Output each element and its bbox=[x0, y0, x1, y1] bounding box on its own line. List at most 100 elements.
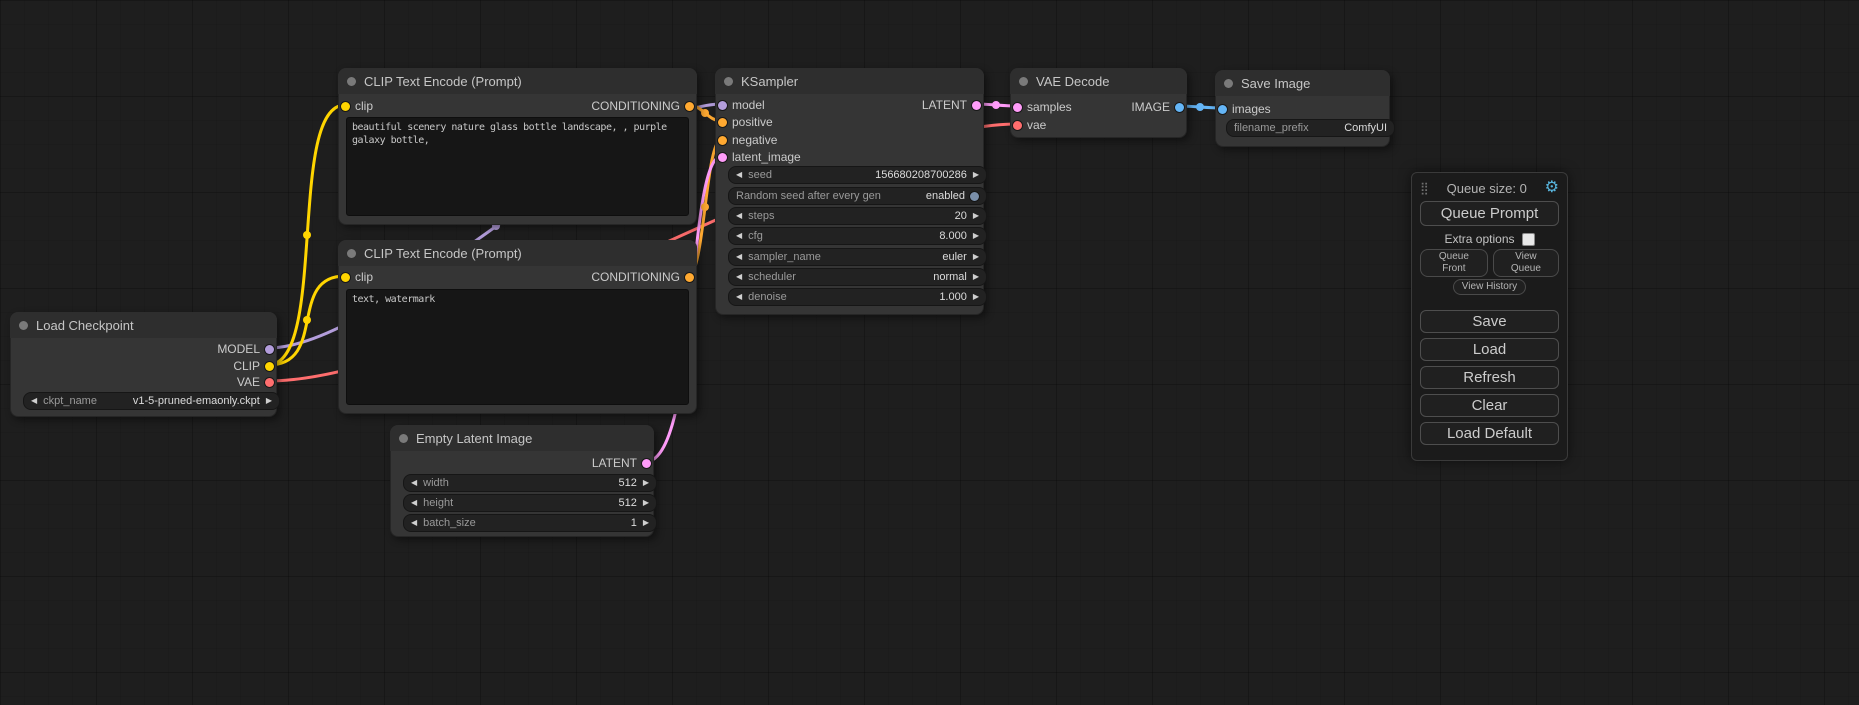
decrement-arrow-icon[interactable] bbox=[411, 515, 417, 531]
node-status-dot[interactable] bbox=[347, 249, 356, 258]
load-default-button[interactable]: Load Default bbox=[1420, 422, 1559, 445]
image-output-port[interactable] bbox=[1175, 103, 1184, 112]
node-title-bar[interactable]: Empty Latent Image bbox=[390, 425, 654, 451]
input-slot-vae: vae bbox=[1011, 118, 1186, 133]
load-button[interactable]: Load bbox=[1420, 338, 1559, 361]
node-title-bar[interactable]: VAE Decode bbox=[1010, 68, 1187, 94]
widget-name: scheduler bbox=[748, 271, 796, 283]
increment-arrow-icon[interactable] bbox=[266, 393, 272, 409]
model-output-port[interactable] bbox=[265, 345, 274, 354]
node-status-dot[interactable] bbox=[1224, 79, 1233, 88]
node-title-bar[interactable]: Save Image bbox=[1215, 70, 1390, 96]
decrement-arrow-icon[interactable] bbox=[736, 269, 742, 285]
increment-arrow-icon[interactable] bbox=[973, 249, 979, 265]
conditioning-output-port[interactable] bbox=[685, 102, 694, 111]
node-title-bar[interactable]: CLIP Text Encode (Prompt) bbox=[338, 240, 697, 266]
widget-steps[interactable]: steps 20 bbox=[728, 207, 987, 225]
increment-arrow-icon[interactable] bbox=[643, 475, 649, 491]
widget-sampler-name[interactable]: sampler_name euler bbox=[728, 248, 987, 266]
decrement-arrow-icon[interactable] bbox=[411, 495, 417, 511]
node-empty-latent-image[interactable]: Empty Latent Image LATENT width 512 heig… bbox=[390, 425, 654, 537]
slot-label: CONDITIONING bbox=[591, 99, 680, 113]
widget-name: filename_prefix bbox=[1234, 122, 1309, 134]
widget-denoise[interactable]: denoise 1.000 bbox=[728, 288, 987, 306]
increment-arrow-icon[interactable] bbox=[973, 167, 979, 183]
widget-seed[interactable]: seed 156680208700286 bbox=[728, 166, 987, 184]
node-clip-text-encode-negative[interactable]: CLIP Text Encode (Prompt) clip CONDITION… bbox=[338, 240, 697, 414]
widget-random-seed-toggle[interactable]: Random seed after every gen enabled bbox=[728, 187, 987, 205]
latent-output-port[interactable] bbox=[972, 101, 981, 110]
node-status-dot[interactable] bbox=[347, 77, 356, 86]
node-title: Load Checkpoint bbox=[36, 318, 134, 333]
decrement-arrow-icon[interactable] bbox=[736, 249, 742, 265]
vae-output-port[interactable] bbox=[265, 378, 274, 387]
decrement-arrow-icon[interactable] bbox=[736, 289, 742, 305]
node-clip-text-encode-positive[interactable]: CLIP Text Encode (Prompt) clip CONDITION… bbox=[338, 68, 697, 225]
queue-prompt-button[interactable]: Queue Prompt bbox=[1420, 201, 1559, 226]
slot-label: CONDITIONING bbox=[591, 270, 680, 284]
increment-arrow-icon[interactable] bbox=[643, 515, 649, 531]
node-vae-decode[interactable]: VAE Decode samples vae IMAGE bbox=[1010, 68, 1187, 138]
save-button[interactable]: Save bbox=[1420, 310, 1559, 333]
node-status-dot[interactable] bbox=[399, 434, 408, 443]
settings-gear-icon[interactable] bbox=[1545, 180, 1559, 196]
decrement-arrow-icon[interactable] bbox=[736, 167, 742, 183]
widget-batch-size[interactable]: batch_size 1 bbox=[403, 514, 657, 532]
widget-width[interactable]: width 512 bbox=[403, 474, 657, 492]
node-ksampler[interactable]: KSampler model positive negative latent_… bbox=[715, 68, 984, 315]
node-status-dot[interactable] bbox=[724, 77, 733, 86]
decrement-arrow-icon[interactable] bbox=[411, 475, 417, 491]
slot-label: VAE bbox=[237, 375, 260, 389]
increment-arrow-icon[interactable] bbox=[973, 289, 979, 305]
view-queue-button[interactable]: View Queue bbox=[1493, 249, 1559, 277]
input-slot-images: images bbox=[1216, 102, 1389, 117]
widget-name: cfg bbox=[748, 230, 763, 242]
decrement-arrow-icon[interactable] bbox=[31, 393, 37, 409]
view-history-button[interactable]: View History bbox=[1453, 279, 1526, 295]
negative-input-port[interactable] bbox=[718, 136, 727, 145]
node-title: VAE Decode bbox=[1036, 74, 1109, 89]
widget-height[interactable]: height 512 bbox=[403, 494, 657, 512]
images-input-port[interactable] bbox=[1218, 105, 1227, 114]
increment-arrow-icon[interactable] bbox=[973, 269, 979, 285]
negative-prompt-textarea[interactable]: text, watermark bbox=[346, 289, 689, 405]
menu-header: Queue size: 0 bbox=[1420, 180, 1559, 196]
widget-scheduler[interactable]: scheduler normal bbox=[728, 268, 987, 286]
node-load-checkpoint[interactable]: Load Checkpoint MODEL CLIP VAE ckpt_name… bbox=[10, 312, 277, 417]
latent-image-input-port[interactable] bbox=[718, 153, 727, 162]
positive-input-port[interactable] bbox=[718, 118, 727, 127]
decrement-arrow-icon[interactable] bbox=[736, 208, 742, 224]
slot-label: MODEL bbox=[217, 342, 260, 356]
vae-input-port[interactable] bbox=[1013, 121, 1022, 130]
node-status-dot[interactable] bbox=[1019, 77, 1028, 86]
node-title-bar[interactable]: CLIP Text Encode (Prompt) bbox=[338, 68, 697, 94]
toggle-state-dot[interactable] bbox=[970, 192, 979, 201]
extra-options-checkbox[interactable] bbox=[1522, 233, 1535, 246]
widget-value: 512 bbox=[453, 497, 637, 509]
widget-name: height bbox=[423, 497, 453, 509]
node-title-bar[interactable]: KSampler bbox=[715, 68, 984, 94]
increment-arrow-icon[interactable] bbox=[973, 208, 979, 224]
node-title-bar[interactable]: Load Checkpoint bbox=[10, 312, 277, 338]
increment-arrow-icon[interactable] bbox=[973, 228, 979, 244]
output-slot-model: MODEL bbox=[11, 342, 276, 357]
widget-filename-prefix[interactable]: filename_prefix ComfyUI bbox=[1226, 119, 1395, 137]
node-save-image[interactable]: Save Image images filename_prefix ComfyU… bbox=[1215, 70, 1390, 147]
input-slot-latent-image: latent_image bbox=[716, 150, 983, 165]
positive-prompt-textarea[interactable]: beautiful scenery nature glass bottle la… bbox=[346, 117, 689, 216]
widget-ckpt-name[interactable]: ckpt_name v1-5-pruned-emaonly.ckpt bbox=[23, 392, 280, 410]
menu-drag-handle-icon[interactable] bbox=[1420, 181, 1429, 195]
clip-output-port[interactable] bbox=[265, 362, 274, 371]
node-status-dot[interactable] bbox=[19, 321, 28, 330]
refresh-button[interactable]: Refresh bbox=[1420, 366, 1559, 389]
decrement-arrow-icon[interactable] bbox=[736, 228, 742, 244]
latent-output-port[interactable] bbox=[642, 459, 651, 468]
queue-front-button[interactable]: Queue Front bbox=[1420, 249, 1488, 277]
clear-button[interactable]: Clear bbox=[1420, 394, 1559, 417]
conditioning-output-port[interactable] bbox=[685, 273, 694, 282]
input-slot-negative: negative bbox=[716, 133, 983, 148]
widget-cfg[interactable]: cfg 8.000 bbox=[728, 227, 987, 245]
widget-value: 512 bbox=[449, 477, 637, 489]
graph-canvas[interactable]: Load Checkpoint MODEL CLIP VAE ckpt_name… bbox=[0, 0, 1859, 705]
increment-arrow-icon[interactable] bbox=[643, 495, 649, 511]
